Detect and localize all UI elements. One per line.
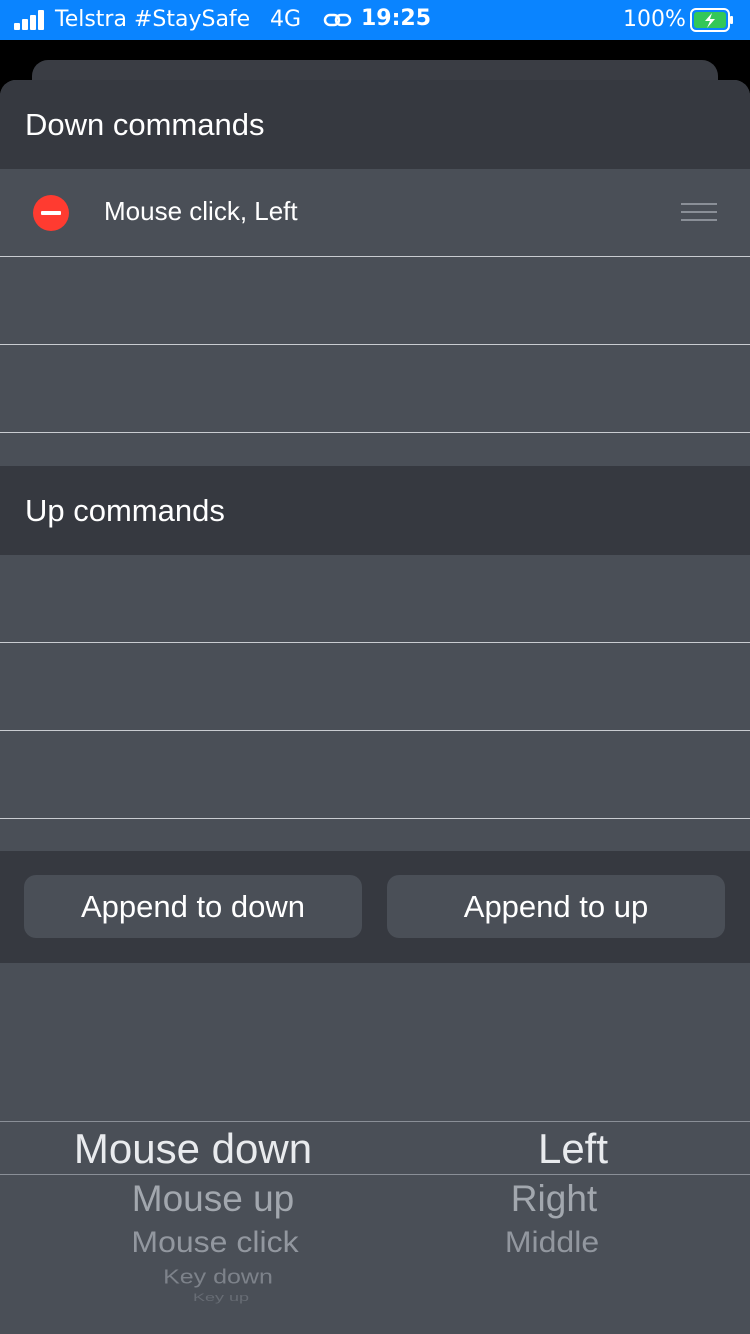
down-commands-title: Down commands <box>25 107 265 142</box>
picker-button-option[interactable]: Right <box>511 1178 597 1220</box>
carrier-name: Telstra #StaySafe <box>55 7 251 32</box>
picker-command-option[interactable]: Key up <box>193 1291 249 1304</box>
clock-time: 19:25 <box>361 6 432 31</box>
append-to-up-button[interactable]: Append to up <box>387 875 725 938</box>
command-row[interactable]: Mouse click, Left <box>0 169 750 257</box>
picker-selection-top <box>0 1121 750 1122</box>
network-type: 4G <box>270 7 302 32</box>
picker-button-option[interactable]: Middle <box>505 1225 599 1259</box>
action-bar: Append to down Append to up <box>0 851 750 963</box>
battery-charging-icon <box>690 8 733 32</box>
empty-row <box>0 643 750 731</box>
up-commands-title: Up commands <box>25 493 225 528</box>
link-icon <box>323 13 352 27</box>
picker-command-option[interactable]: Mouse down <box>74 1125 312 1173</box>
picker-command-option[interactable]: Key down <box>163 1266 273 1289</box>
command-picker[interactable]: Mouse down Mouse up Mouse click Key down… <box>0 1121 750 1334</box>
command-label: Mouse click, Left <box>104 196 298 226</box>
empty-row <box>0 257 750 345</box>
empty-row <box>0 731 750 819</box>
battery-percent: 100% <box>623 7 686 32</box>
picker-button-option[interactable]: Left <box>538 1125 608 1173</box>
reorder-handle-icon[interactable] <box>681 203 717 223</box>
picker-selection-bottom <box>0 1174 750 1175</box>
empty-row <box>0 345 750 433</box>
command-editor-sheet: Down commands Mouse click, Left Up comma… <box>0 80 750 1334</box>
empty-row <box>0 555 750 643</box>
delete-icon[interactable] <box>33 195 69 231</box>
status-bar: Telstra #StaySafe 4G 19:25 100% <box>0 0 750 40</box>
picker-command-option[interactable]: Mouse up <box>132 1178 295 1220</box>
picker-command-option[interactable]: Mouse click <box>131 1225 298 1259</box>
signal-icon <box>14 10 46 30</box>
append-to-down-button[interactable]: Append to down <box>24 875 362 938</box>
up-commands-header: Up commands <box>0 466 750 555</box>
down-commands-header: Down commands <box>0 80 750 169</box>
